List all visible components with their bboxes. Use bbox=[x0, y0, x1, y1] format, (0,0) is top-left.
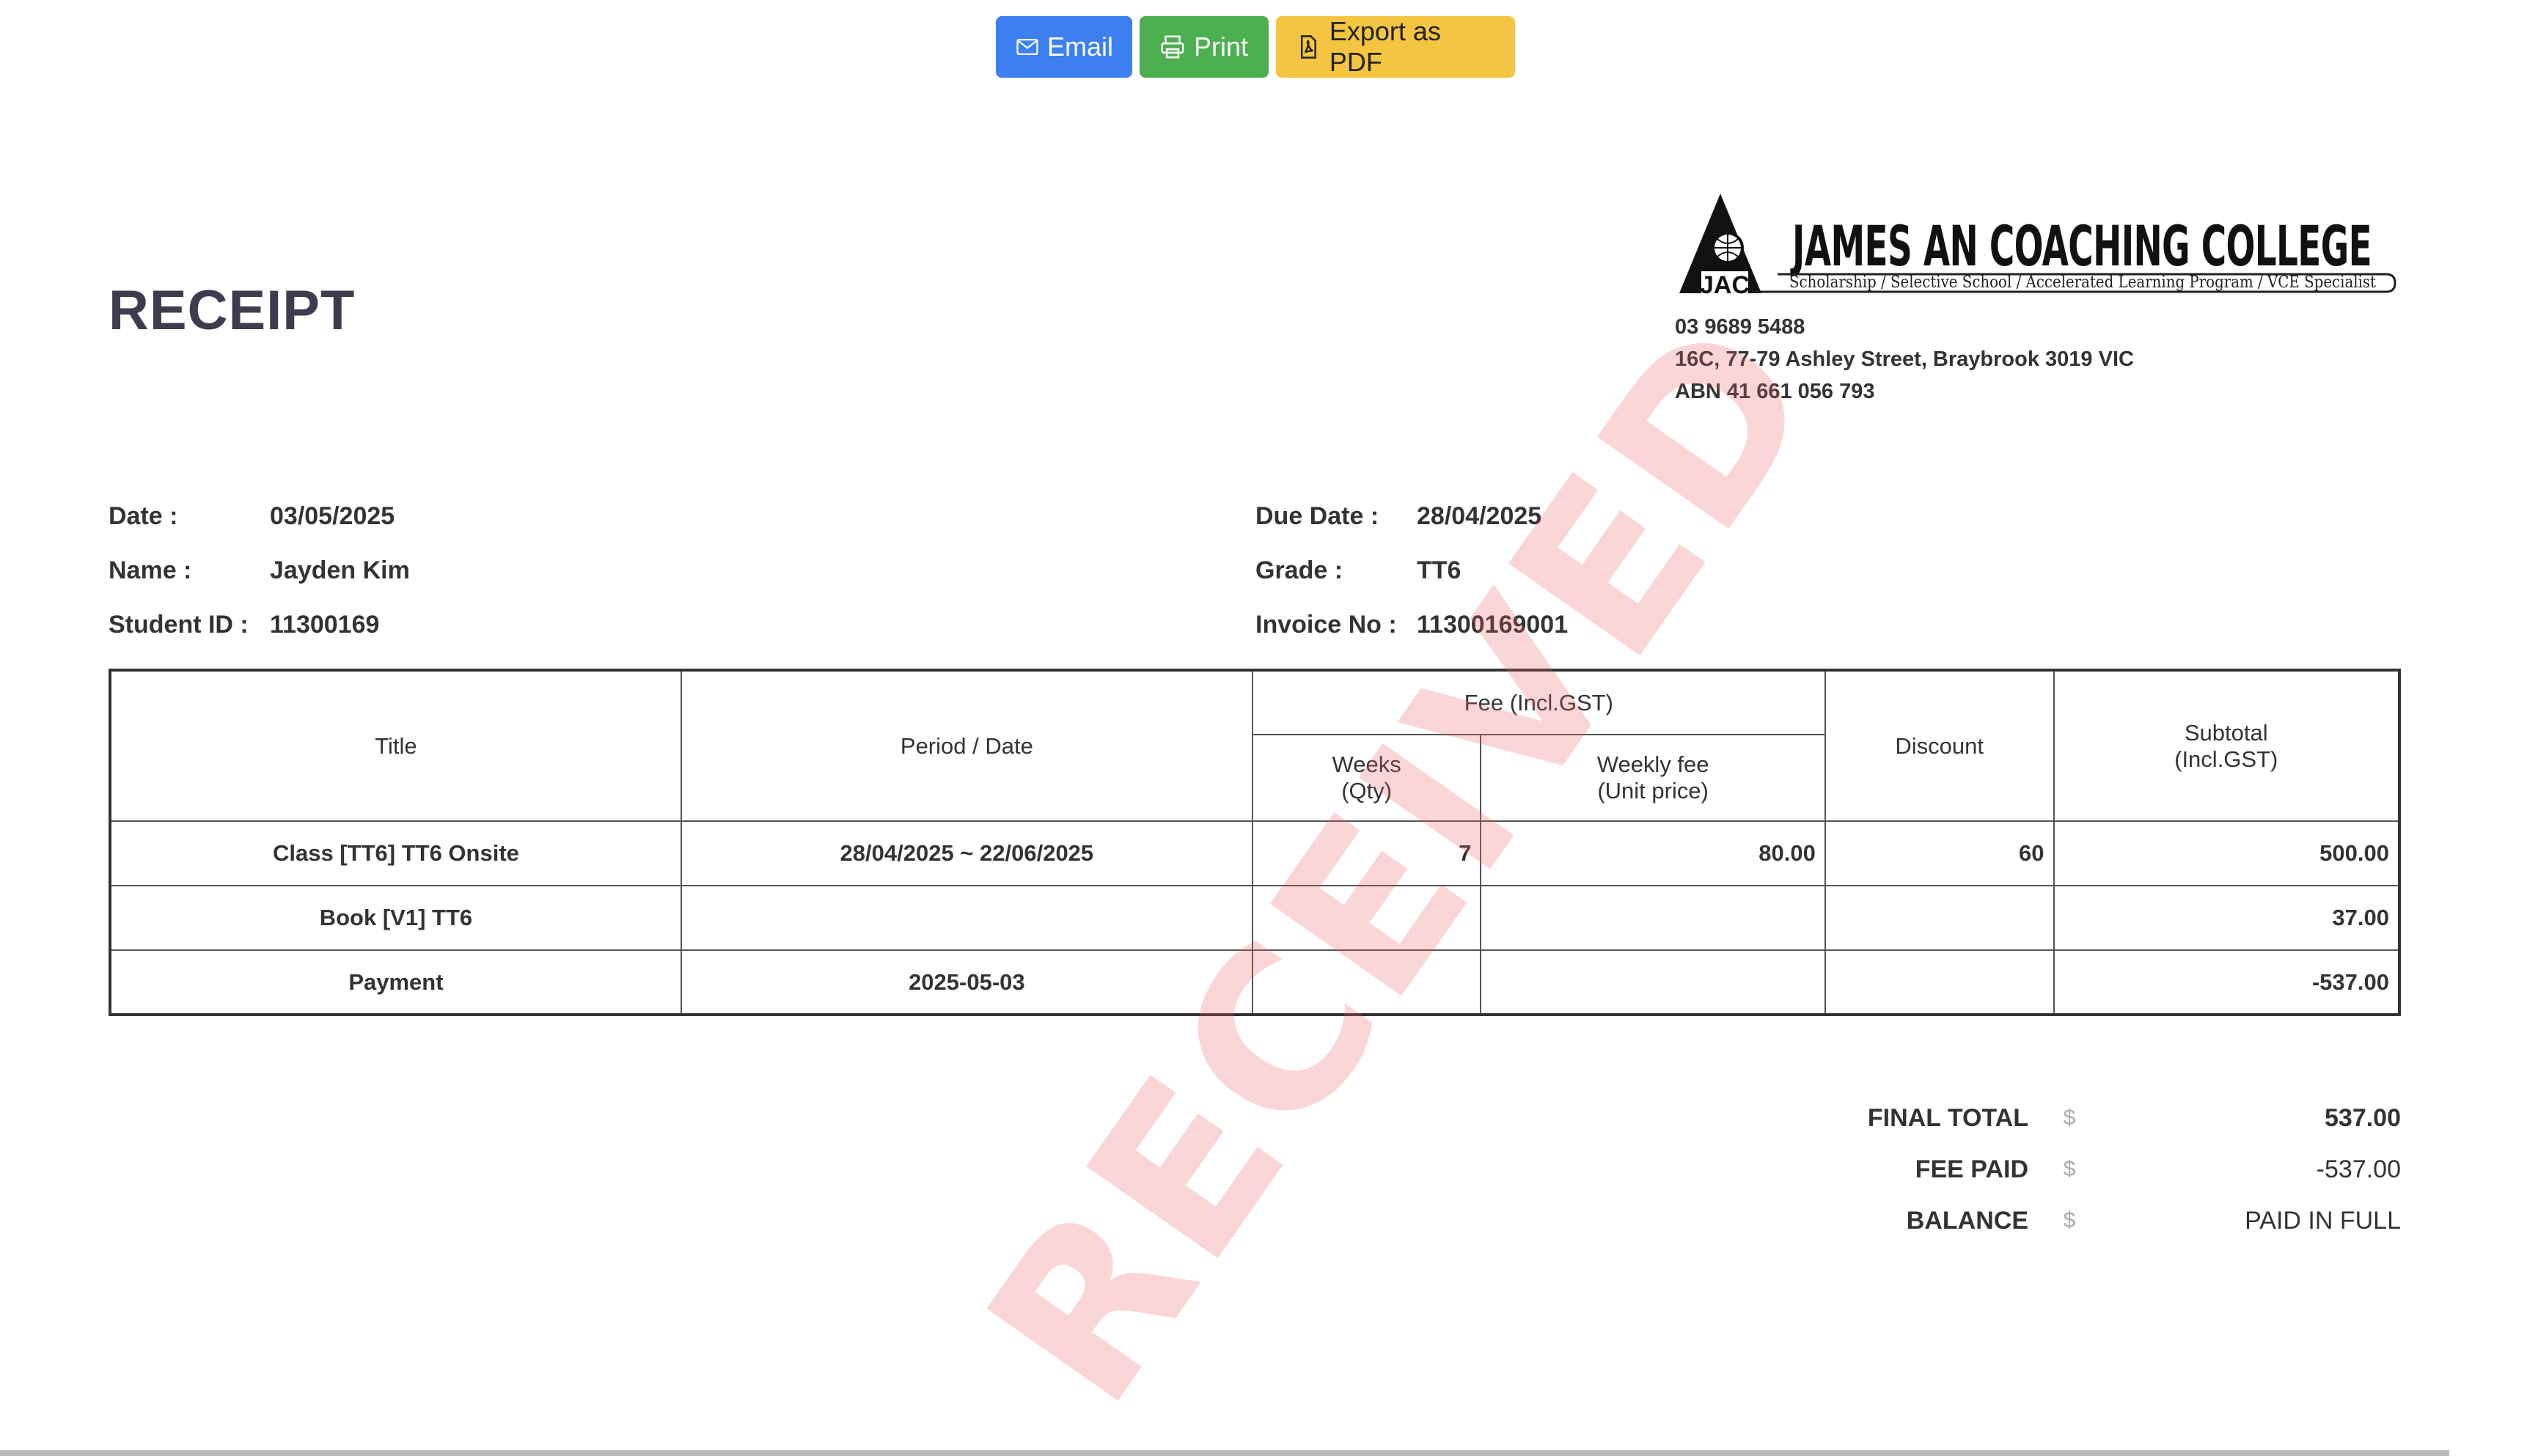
table-row: Book [V1] TT6 37.00 bbox=[109, 885, 2400, 951]
fee-paid-label: FEE PAID bbox=[1915, 1155, 2028, 1183]
currency-symbol: $ bbox=[2063, 1157, 2076, 1181]
cell-period bbox=[680, 885, 1253, 951]
email-button[interactable]: Email bbox=[996, 16, 1132, 78]
header-weekly-fee: Weekly fee (Unit price) bbox=[1480, 734, 1826, 822]
print-button-label: Print bbox=[1194, 32, 1249, 62]
page-title: RECEIPT bbox=[109, 279, 356, 342]
receipt-info-right: Due Date : 28/04/2025 Grade : TT6 Invoic… bbox=[1255, 489, 1568, 652]
items-table: Title Period / Date Fee (Incl.GST) Disco… bbox=[109, 669, 2401, 1016]
name-row: Name : Jayden Kim bbox=[109, 543, 410, 598]
totals-block: FINAL TOTAL $ 537.00 FEE PAID $ -537.00 … bbox=[1833, 1092, 2401, 1246]
final-total-row: FINAL TOTAL $ 537.00 bbox=[1833, 1092, 2401, 1144]
company-abbr: JAC bbox=[1700, 271, 1750, 299]
company-name: JAMES AN COACHING COLLEGE bbox=[1790, 213, 2372, 279]
date-label: Date : bbox=[109, 501, 178, 530]
fee-paid-row: FEE PAID $ -537.00 bbox=[1833, 1144, 2401, 1195]
cell-title: Book [V1] TT6 bbox=[109, 885, 682, 951]
student-id-value: 11300169 bbox=[270, 610, 380, 639]
header-subtotal-line2: (Incl.GST) bbox=[2174, 746, 2278, 772]
invoice-label: Invoice No : bbox=[1255, 610, 1397, 639]
company-address: 16C, 77-79 Ashley Street, Braybrook 3019… bbox=[1675, 348, 2134, 371]
header-subtotal-line1: Subtotal bbox=[2184, 719, 2268, 746]
cell-subtotal: 37.00 bbox=[2053, 885, 2400, 951]
student-id-row: Student ID : 11300169 bbox=[109, 598, 410, 652]
company-info: 03 9689 5488 16C, 77-79 Ashley Street, B… bbox=[1675, 311, 2134, 408]
grade-label: Grade : bbox=[1255, 556, 1343, 584]
cell-weekly-fee bbox=[1480, 949, 1826, 1015]
date-value: 03/05/2025 bbox=[270, 501, 395, 530]
final-total-label: FINAL TOTAL bbox=[1867, 1103, 2028, 1132]
action-toolbar: Email Print Export as PDF bbox=[996, 16, 1515, 78]
currency-symbol: $ bbox=[2063, 1208, 2076, 1232]
table-row: Class [TT6] TT6 Onsite 28/04/2025 ~ 22/0… bbox=[109, 820, 2400, 886]
print-button[interactable]: Print bbox=[1140, 16, 1269, 78]
header-subtotal: Subtotal (Incl.GST) bbox=[2053, 669, 2400, 822]
due-date-label: Due Date : bbox=[1255, 501, 1379, 530]
name-label: Name : bbox=[109, 556, 192, 584]
cell-weeks: 7 bbox=[1251, 820, 1482, 886]
company-logo: JAC JAMES AN COACHING COLLEGE Scholarshi… bbox=[1679, 194, 2396, 299]
table-row: Payment 2025-05-03 -537.00 bbox=[109, 949, 2400, 1015]
header-title: Title bbox=[109, 669, 682, 822]
name-value: Jayden Kim bbox=[270, 556, 410, 584]
due-date-value: 28/04/2025 bbox=[1417, 501, 1542, 530]
header-discount: Discount bbox=[1824, 669, 2055, 822]
cell-weekly-fee: 80.00 bbox=[1480, 820, 1826, 886]
cell-discount bbox=[1824, 885, 2055, 951]
header-weekly-line1: Weekly fee bbox=[1596, 751, 1709, 777]
cell-weeks bbox=[1251, 949, 1482, 1015]
cell-subtotal: 500.00 bbox=[2053, 820, 2400, 886]
grade-value: TT6 bbox=[1417, 556, 1461, 584]
balance-row: BALANCE $ PAID IN FULL bbox=[1833, 1195, 2401, 1246]
cell-title: Class [TT6] TT6 Onsite bbox=[109, 820, 682, 886]
receipt-info-left: Date : 03/05/2025 Name : Jayden Kim Stud… bbox=[109, 489, 410, 652]
student-id-label: Student ID : bbox=[109, 610, 249, 639]
balance-value: PAID IN FULL bbox=[2245, 1206, 2401, 1235]
invoice-row: Invoice No : 11300169001 bbox=[1255, 598, 1568, 652]
fee-paid-value: -537.00 bbox=[2316, 1155, 2401, 1183]
final-total-value: 537.00 bbox=[2325, 1103, 2401, 1132]
cell-discount bbox=[1824, 949, 2055, 1015]
invoice-value: 11300169001 bbox=[1417, 610, 1569, 639]
header-weeks-line2: (Qty) bbox=[1341, 778, 1393, 804]
cell-weekly-fee bbox=[1480, 885, 1826, 951]
header-weekly-line2: (Unit price) bbox=[1597, 778, 1709, 804]
balance-label: BALANCE bbox=[1906, 1206, 2028, 1235]
due-date-row: Due Date : 28/04/2025 bbox=[1255, 489, 1568, 543]
cell-period: 28/04/2025 ~ 22/06/2025 bbox=[680, 820, 1253, 886]
envelope-icon bbox=[1016, 38, 1038, 56]
company-tagline: Scholarship / Selective School / Acceler… bbox=[1789, 273, 2376, 292]
header-weeks-line1: Weeks bbox=[1332, 751, 1401, 777]
date-row: Date : 03/05/2025 bbox=[109, 489, 410, 543]
cell-subtotal: -537.00 bbox=[2053, 949, 2400, 1015]
cell-title: Payment bbox=[109, 949, 682, 1015]
company-abn: ABN 41 661 056 793 bbox=[1675, 380, 1875, 403]
pdf-file-icon bbox=[1300, 35, 1316, 59]
header-fee: Fee (Incl.GST) bbox=[1251, 669, 1826, 735]
printer-icon bbox=[1161, 35, 1184, 59]
table-header-row: Title Period / Date Fee (Incl.GST) Disco… bbox=[109, 669, 2400, 822]
export-pdf-button[interactable]: Export as PDF bbox=[1276, 16, 1515, 78]
header-weeks: Weeks (Qty) bbox=[1251, 734, 1482, 822]
email-button-label: Email bbox=[1046, 32, 1113, 62]
cell-period: 2025-05-03 bbox=[680, 949, 1253, 1015]
cell-weeks bbox=[1251, 885, 1482, 951]
cell-discount: 60 bbox=[1824, 820, 2055, 886]
export-pdf-button-label: Export as PDF bbox=[1329, 16, 1441, 77]
company-phone: 03 9689 5488 bbox=[1675, 315, 1805, 339]
grade-row: Grade : TT6 bbox=[1255, 543, 1568, 598]
currency-symbol: $ bbox=[2063, 1106, 2076, 1130]
horizontal-scrollbar[interactable] bbox=[0, 1450, 2449, 1456]
header-period: Period / Date bbox=[680, 669, 1253, 822]
